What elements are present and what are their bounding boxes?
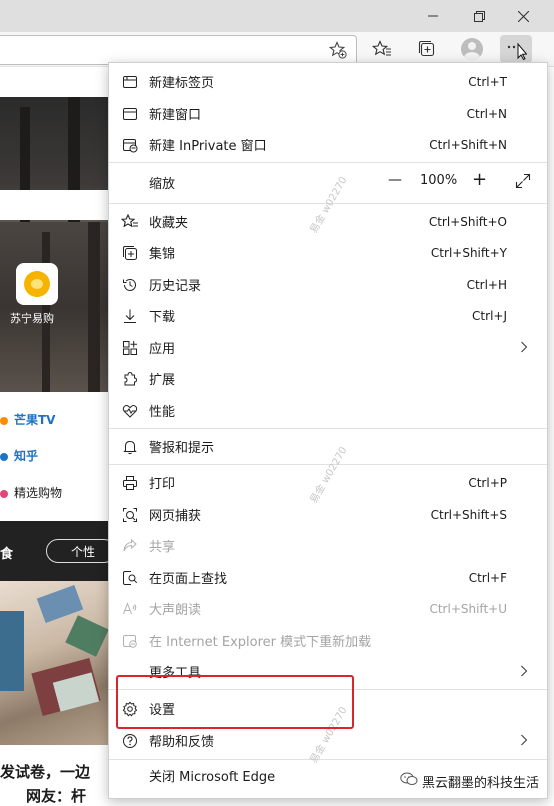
settings-highlight-box (116, 675, 354, 729)
zoom-out-button[interactable]: — (388, 172, 402, 188)
category-text: 食 (0, 547, 14, 562)
close-window-button[interactable] (500, 0, 546, 32)
help-icon (120, 731, 140, 751)
news-headline-1[interactable]: 发试卷，一边 (0, 761, 90, 782)
collections-icon (120, 243, 140, 263)
share-icon (120, 536, 140, 556)
site-link-shopping[interactable]: 精选购物 (0, 484, 62, 501)
settings-and-more-button[interactable] (500, 35, 532, 63)
mango-icon (0, 416, 8, 425)
menu-item-new-inprivate[interactable]: 新建 InPrivate 窗口 Ctrl+Shift+N (109, 129, 547, 160)
minimize-icon (428, 15, 438, 17)
app-label: 苏宁易购 (10, 312, 54, 325)
menu-separator (109, 428, 547, 429)
history-icon (120, 275, 140, 295)
menu-item-web-capture[interactable]: 网页捕获 Ctrl+Shift+S (109, 499, 547, 530)
news-headline-2[interactable]: 网友：杆 (26, 785, 86, 806)
restore-icon (473, 10, 485, 22)
zoom-in-button[interactable]: + (472, 169, 487, 190)
suning-app-tile[interactable] (16, 263, 58, 305)
app-grid-background (0, 222, 110, 392)
read-aloud-icon (120, 599, 140, 619)
menu-item-extensions[interactable]: 扩展 (109, 363, 547, 394)
zoom-level: 100% (420, 173, 458, 188)
menu-separator (109, 162, 547, 163)
favorites-icon (120, 212, 140, 232)
menu-item-apps[interactable]: 应用 (109, 332, 547, 363)
bell-icon (120, 437, 140, 457)
menu-item-share[interactable]: 共享 (109, 530, 547, 561)
personalize-pill[interactable]: 个性 (46, 539, 116, 563)
inprivate-window-icon (120, 135, 140, 155)
wechat-attribution: 黑云翻墨的科技生活 (396, 770, 546, 792)
chevron-right-icon (517, 664, 531, 678)
wechat-icon (400, 772, 418, 790)
favorites-icon (372, 40, 391, 56)
collections-button[interactable] (411, 35, 443, 63)
fullscreen-icon[interactable] (515, 173, 531, 193)
collections-icon (418, 40, 435, 57)
zhihu-icon (0, 452, 8, 461)
more-dots-cursor-icon (507, 42, 527, 60)
menu-item-downloads[interactable]: 下载 Ctrl+J (109, 300, 547, 331)
title-bar (0, 0, 554, 32)
avatar (461, 38, 483, 60)
suning-logo-icon (24, 271, 50, 297)
menu-item-read-aloud[interactable]: 大声朗读 Ctrl+Shift+U (109, 593, 547, 624)
extensions-icon (120, 369, 140, 389)
chevron-right-icon (517, 733, 531, 747)
close-icon (517, 10, 529, 22)
new-window-icon (120, 104, 140, 124)
restore-button[interactable] (456, 0, 502, 32)
menu-item-performance[interactable]: 性能 (109, 395, 547, 426)
news-photo (0, 581, 110, 745)
site-link-zhihu[interactable]: 知乎 (0, 447, 38, 464)
profile-button[interactable] (456, 35, 488, 63)
minimize-button[interactable] (410, 0, 456, 32)
menu-item-new-tab[interactable]: 新建标签页 Ctrl+T (109, 66, 547, 97)
web-capture-icon (120, 505, 140, 525)
address-bar[interactable] (0, 35, 357, 65)
printer-icon (120, 473, 140, 493)
menu-item-new-window[interactable]: 新建窗口 Ctrl+N (109, 98, 547, 129)
menu-item-ie-mode[interactable]: 在 Internet Explorer 模式下重新加载 (109, 625, 547, 656)
add-favorite-icon[interactable] (328, 40, 348, 60)
chevron-right-icon (517, 340, 531, 354)
download-icon (120, 306, 140, 326)
menu-item-collections[interactable]: 集锦 Ctrl+Shift+Y (109, 237, 547, 268)
menu-item-history[interactable]: 历史记录 Ctrl+H (109, 269, 547, 300)
favorites-button[interactable] (366, 35, 398, 63)
site-link-mango[interactable]: 芒果TV (0, 411, 55, 428)
find-on-page-icon (120, 568, 140, 588)
menu-item-find-on-page[interactable]: 在页面上查找 Ctrl+F (109, 562, 547, 593)
apps-icon (120, 338, 140, 358)
new-tab-icon (120, 72, 140, 92)
performance-heart-icon (120, 401, 140, 421)
gift-icon (0, 489, 8, 498)
ie-mode-icon (120, 631, 140, 651)
